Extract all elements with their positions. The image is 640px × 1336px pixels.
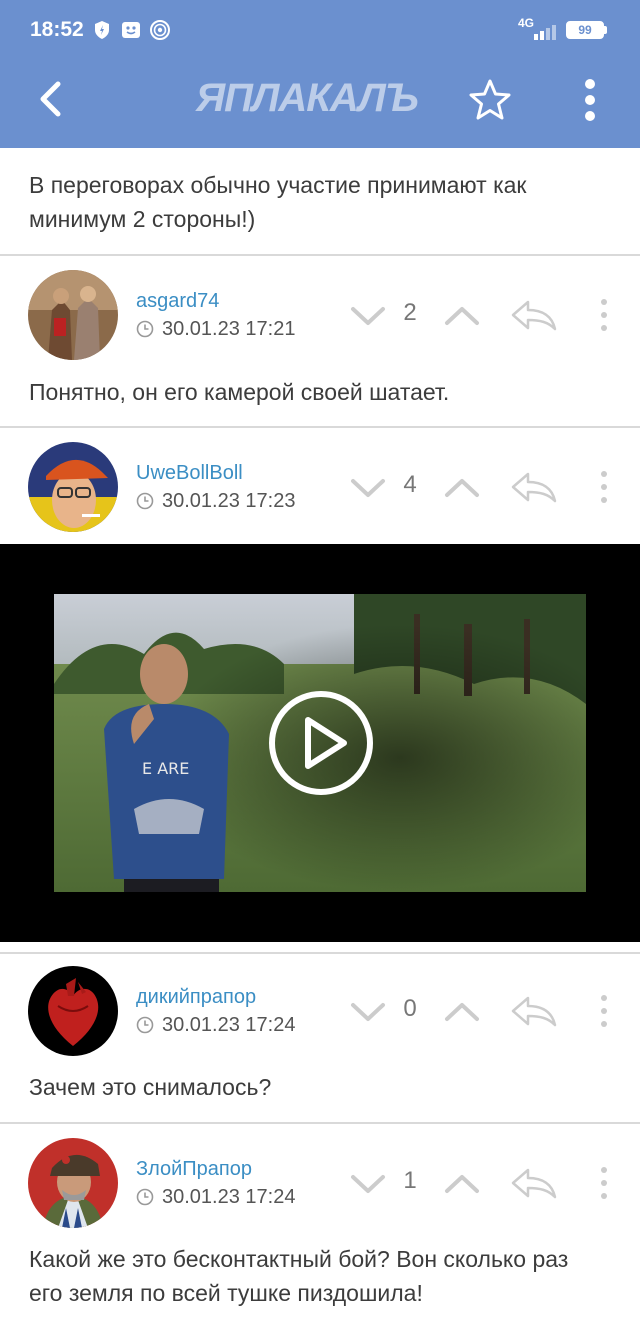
signal-icon xyxy=(534,25,556,40)
vote-count: 1 xyxy=(403,1167,417,1194)
comment-more-icon[interactable] xyxy=(594,994,614,1030)
comment-more-icon[interactable] xyxy=(594,298,614,334)
comment-date: 30.01.23 17:21 xyxy=(162,318,296,340)
comment-date: 30.01.23 17:24 xyxy=(162,1186,296,1208)
clock-icon xyxy=(136,320,154,338)
chevron-up-icon[interactable] xyxy=(444,1172,480,1196)
site-logo[interactable]: ЯПЛАКАЛЪ xyxy=(196,76,446,124)
battery-indicator: 99 xyxy=(566,21,604,39)
divider xyxy=(0,254,640,256)
reply-icon[interactable] xyxy=(510,470,558,504)
avatar[interactable] xyxy=(28,966,118,1056)
comment-username[interactable]: asgard74 xyxy=(136,290,219,313)
svg-text:E ARE: E ARE xyxy=(142,759,189,778)
comment-more-icon[interactable] xyxy=(594,470,614,506)
comment-text: Какой же это бесконтактный бой? Вон скол… xyxy=(29,1246,569,1306)
comment-username[interactable]: ЗлойПрапор xyxy=(136,1158,252,1181)
comment-date: 30.01.23 17:23 xyxy=(162,490,296,512)
chevron-up-icon[interactable] xyxy=(444,304,480,328)
status-time: 18:52 xyxy=(30,18,84,41)
status-bar: 18:52 4G 99 xyxy=(0,0,640,62)
reply-icon[interactable] xyxy=(510,994,558,1028)
avatar[interactable] xyxy=(28,442,118,532)
chevron-up-icon[interactable] xyxy=(444,476,480,500)
vote-count: 4 xyxy=(403,471,417,498)
back-arrow-icon[interactable] xyxy=(28,76,74,122)
clock-icon xyxy=(136,1188,154,1206)
chevron-up-icon[interactable] xyxy=(444,1000,480,1024)
more-vertical-icon[interactable] xyxy=(570,76,610,124)
divider xyxy=(0,952,640,954)
vote-count: 2 xyxy=(403,299,417,326)
clock-icon xyxy=(136,1016,154,1034)
chevron-down-icon[interactable] xyxy=(350,1000,386,1024)
play-icon[interactable] xyxy=(268,690,374,796)
comment-text: Понятно, он его камерой своей шатает. xyxy=(29,379,450,405)
shield-icon xyxy=(95,21,109,39)
app-header: 18:52 4G 99 ЯПЛАКАЛЪ xyxy=(0,0,640,148)
clock-icon xyxy=(136,492,154,510)
comment-date: 30.01.23 17:24 xyxy=(162,1014,296,1036)
avatar[interactable] xyxy=(28,270,118,360)
comment-username[interactable]: дикийпрапор xyxy=(136,986,256,1009)
fingerprint-icon xyxy=(150,20,170,40)
divider xyxy=(0,426,640,428)
divider xyxy=(0,1122,640,1124)
chevron-down-icon[interactable] xyxy=(350,304,386,328)
post-text: В переговорах обычно участие принимают к… xyxy=(29,172,527,232)
comment-text: Зачем это снималось? xyxy=(29,1074,272,1100)
face-icon xyxy=(122,22,140,38)
chevron-down-icon[interactable] xyxy=(350,1172,386,1196)
avatar[interactable] xyxy=(28,1138,118,1228)
comment-more-icon[interactable] xyxy=(594,1166,614,1202)
vote-count: 0 xyxy=(403,995,417,1022)
reply-icon[interactable] xyxy=(510,298,558,332)
battery-tip xyxy=(604,26,607,34)
comment-username[interactable]: UweBollBoll xyxy=(136,462,243,485)
reply-icon[interactable] xyxy=(510,1166,558,1200)
chevron-down-icon[interactable] xyxy=(350,476,386,500)
star-icon[interactable] xyxy=(466,76,514,124)
